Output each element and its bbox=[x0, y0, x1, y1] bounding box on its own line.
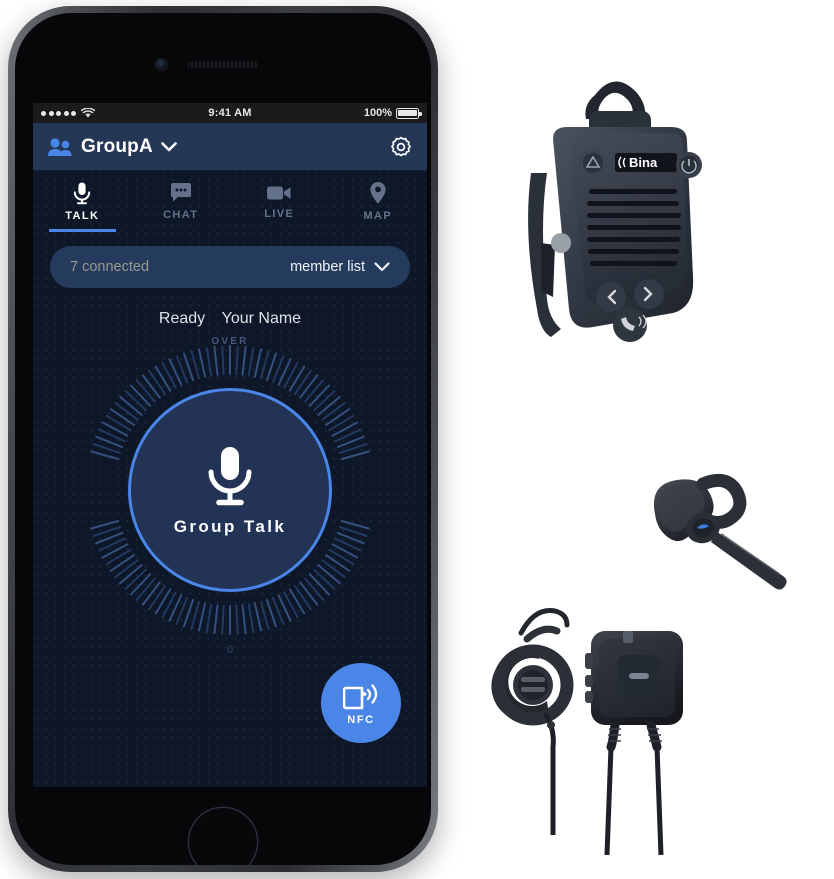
microphone-icon bbox=[74, 182, 91, 204]
earpiece-ptt-illustration bbox=[491, 607, 683, 855]
gear-icon-glyph bbox=[391, 136, 411, 156]
product-brand-text: Bina bbox=[629, 155, 658, 170]
dial-zero-label: 0 bbox=[226, 644, 234, 656]
connected-count-label: 7 connected bbox=[70, 259, 150, 275]
battery-icon bbox=[396, 107, 422, 119]
tab-chat[interactable]: CHAT bbox=[132, 170, 231, 232]
chevron-down-icon bbox=[374, 262, 390, 272]
nfc-label: NFC bbox=[347, 714, 375, 726]
product-image-earpiece-ptt bbox=[440, 580, 740, 879]
chat-bubble-icon bbox=[170, 182, 191, 202]
tab-talk-label: TALK bbox=[65, 209, 100, 222]
video-camera-icon bbox=[267, 186, 291, 199]
gear-icon[interactable] bbox=[389, 135, 413, 159]
status-bar-clock: 9:41 AM bbox=[208, 107, 252, 119]
product-image-speaker-microphone: Bina bbox=[446, 33, 786, 373]
tab-map[interactable]: MAP bbox=[329, 170, 428, 232]
ios-status-bar: 9:41 AM 100% bbox=[33, 103, 427, 123]
tab-talk[interactable]: TALK bbox=[33, 170, 132, 232]
tab-chat-label: CHAT bbox=[163, 208, 199, 221]
tab-map-label: MAP bbox=[363, 209, 393, 222]
phone-bezel: 9:41 AM 100% GroupA TALK CHAT LIVE MAP 7… bbox=[15, 13, 431, 865]
app-screen: 9:41 AM 100% GroupA TALK CHAT LIVE MAP 7… bbox=[33, 103, 427, 787]
speaker-microphone-illustration: Bina bbox=[528, 81, 702, 342]
group-people-icon bbox=[48, 137, 72, 156]
front-camera-icon bbox=[156, 59, 167, 70]
screenshot-stage: Bina 9:41 AM 100% GroupA TALK CHAT LIVE … bbox=[0, 0, 834, 879]
home-button[interactable] bbox=[189, 808, 257, 865]
battery-percent-label: 100% bbox=[363, 107, 393, 119]
tab-live-label: LIVE bbox=[264, 207, 295, 220]
member-list-bar[interactable]: 7 connected member list bbox=[50, 246, 410, 288]
main-tab-bar: TALK CHAT LIVE MAP bbox=[33, 170, 427, 232]
member-list-toggle[interactable]: member list bbox=[290, 259, 390, 275]
microphone-icon bbox=[208, 447, 252, 506]
group-talk-button[interactable]: Group Talk bbox=[128, 388, 332, 592]
talk-dial: OVER 0 Group Talk bbox=[65, 336, 395, 656]
chevron-down-icon bbox=[161, 141, 177, 151]
smartphone-device: 9:41 AM 100% GroupA TALK CHAT LIVE MAP 7… bbox=[8, 6, 438, 872]
user-name-label: Your Name bbox=[221, 310, 302, 327]
member-list-label: member list bbox=[290, 259, 365, 275]
bluetooth-headset-illustration bbox=[653, 473, 787, 590]
app-header-bar: GroupA bbox=[33, 123, 427, 170]
signal-strength-icon bbox=[41, 110, 76, 116]
wifi-icon bbox=[81, 107, 95, 118]
status-bar-left bbox=[41, 107, 208, 119]
group-name-label: GroupA bbox=[81, 135, 153, 157]
active-tab-indicator bbox=[49, 229, 116, 232]
group-talk-label: Group Talk bbox=[173, 517, 287, 536]
talk-state-label: Ready bbox=[158, 310, 206, 327]
nfc-button[interactable]: NFC bbox=[321, 663, 401, 743]
earpiece-speaker-grille bbox=[187, 61, 259, 69]
group-selector-button[interactable]: GroupA bbox=[47, 136, 177, 158]
talk-status-line: Ready Your Name bbox=[33, 310, 427, 328]
tab-live[interactable]: LIVE bbox=[230, 170, 329, 232]
nfc-card-wave-icon bbox=[343, 684, 378, 710]
status-bar-right: 100% bbox=[252, 107, 422, 119]
map-pin-icon bbox=[370, 181, 386, 204]
dial-over-label: OVER bbox=[211, 336, 249, 347]
